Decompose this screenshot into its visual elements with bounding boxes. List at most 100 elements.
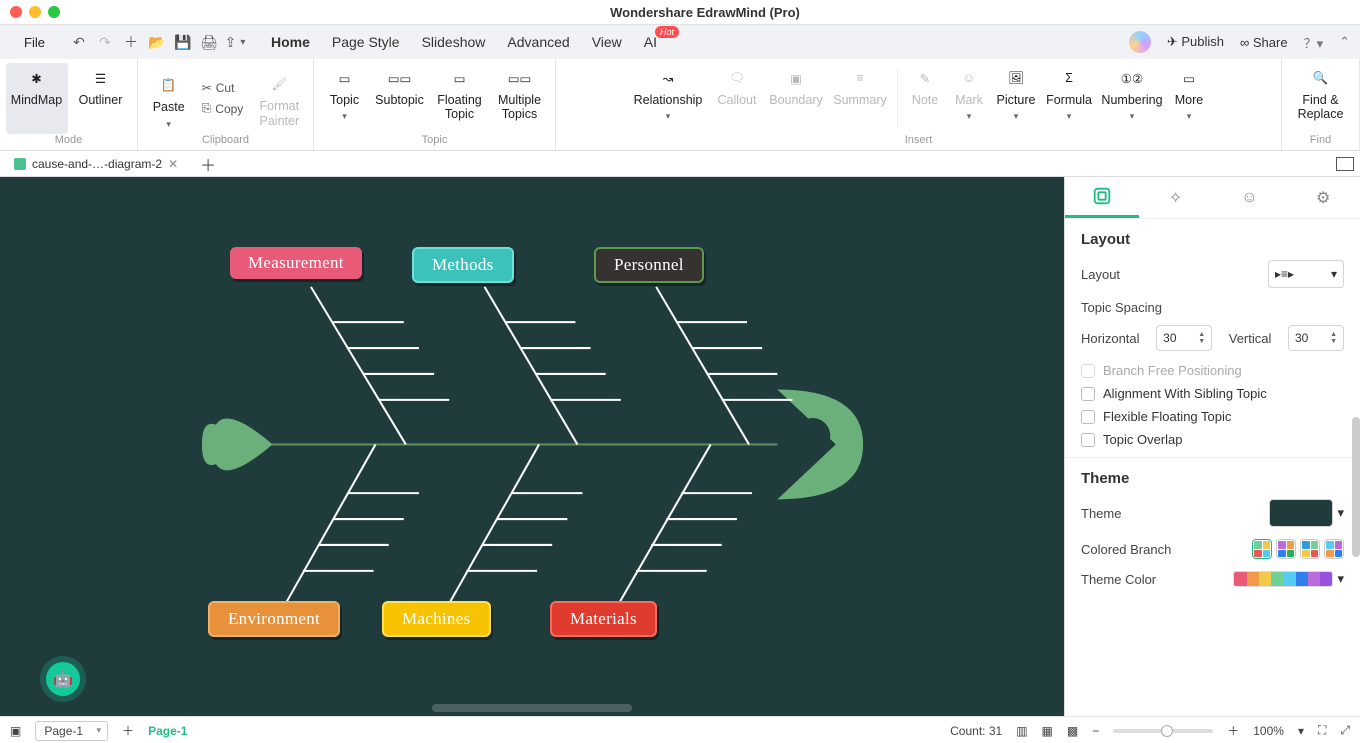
save-icon[interactable]: 💾 xyxy=(175,34,191,50)
node-machines[interactable]: Machines xyxy=(382,601,491,637)
panel-scrollbar[interactable] xyxy=(1352,417,1360,557)
callout-icon: 🗨 xyxy=(726,67,748,89)
zoom-out-button[interactable]: − xyxy=(1092,724,1099,738)
node-environment[interactable]: Environment xyxy=(208,601,340,637)
copy-button[interactable]: ⎘Copy xyxy=(196,99,250,118)
panel-tab-settings[interactable]: ⚙ xyxy=(1286,177,1360,218)
formula-button[interactable]: ΣFormula▾ xyxy=(1042,63,1096,134)
collapse-ribbon-icon[interactable]: ⌃ xyxy=(1339,34,1350,50)
avatar[interactable] xyxy=(1129,31,1151,53)
publish-button[interactable]: ✈ Publish xyxy=(1167,34,1224,50)
tab-page-style[interactable]: Page Style xyxy=(332,34,400,50)
summary-button[interactable]: ≡Summary xyxy=(829,63,891,134)
cut-label: Cut xyxy=(216,81,235,95)
tab-home[interactable]: Home xyxy=(271,34,310,50)
page-select[interactable]: Page-1 xyxy=(35,721,108,741)
export-icon[interactable]: ⇪ xyxy=(227,34,243,50)
outliner-mode-button[interactable]: ☰ Outliner xyxy=(70,63,132,134)
floating-topic-button[interactable]: ▭ Floating Topic xyxy=(431,63,489,134)
copy-label: Copy xyxy=(215,102,243,116)
pages-pane-icon[interactable]: ▣ xyxy=(10,724,21,738)
document-tab[interactable]: cause-and-…-diagram-2 ✕ xyxy=(6,154,186,174)
numbering-button[interactable]: ①②Numbering▾ xyxy=(1098,63,1166,134)
canvas[interactable]: Measurement Methods Personnel Environmen… xyxy=(0,177,1064,716)
mark-button[interactable]: ☺Mark▾ xyxy=(948,63,990,134)
note-icon: ✎ xyxy=(914,67,936,89)
panel-tab-layout[interactable] xyxy=(1065,177,1139,218)
new-tab-button[interactable]: ＋ xyxy=(194,152,222,176)
node-measurement[interactable]: Measurement xyxy=(230,247,362,279)
panel-tab-iconset[interactable]: ☺ xyxy=(1213,177,1287,218)
multiple-topics-button[interactable]: ▭▭ Multiple Topics xyxy=(491,63,549,134)
file-menu[interactable]: File xyxy=(10,31,59,54)
redo-icon[interactable]: ↷ xyxy=(97,34,113,50)
topic-label: Topic xyxy=(330,93,359,107)
flexible-floating-checkbox[interactable] xyxy=(1081,410,1095,424)
window-close-button[interactable] xyxy=(10,6,22,18)
paste-button[interactable]: 📋 Paste ▾ xyxy=(144,70,194,126)
add-page-button[interactable]: ＋ xyxy=(122,722,134,739)
share-button[interactable]: ∞ Share xyxy=(1240,35,1288,50)
align-sibling-checkbox[interactable] xyxy=(1081,387,1095,401)
zoom-in-button[interactable]: ＋ xyxy=(1227,722,1239,739)
format-painter-label: Format Painter xyxy=(260,99,300,128)
window-minimize-button[interactable] xyxy=(29,6,41,18)
horizontal-spacing-input[interactable]: 30▲▼ xyxy=(1156,325,1212,351)
subtopic-button[interactable]: ▭▭ Subtopic xyxy=(371,63,429,134)
topic-overlap-checkbox[interactable] xyxy=(1081,433,1095,447)
tab-slideshow[interactable]: Slideshow xyxy=(422,34,486,50)
theme-label: Theme xyxy=(1081,506,1121,521)
view-mode-icon-1[interactable]: ▥ xyxy=(1016,724,1027,738)
undo-icon[interactable]: ↶ xyxy=(71,34,87,50)
window-maximize-button[interactable] xyxy=(48,6,60,18)
tab-advanced[interactable]: Advanced xyxy=(507,34,569,50)
fullscreen-icon[interactable]: ⛶ xyxy=(1318,723,1326,738)
find-replace-button[interactable]: 🔍 Find & Replace xyxy=(1289,63,1353,134)
colored-branch-options[interactable] xyxy=(1252,539,1344,559)
node-materials[interactable]: Materials xyxy=(550,601,657,637)
relationship-button[interactable]: ↝ Relationship ▾ xyxy=(627,63,709,134)
page-select-value: Page-1 xyxy=(44,724,83,738)
node-personnel[interactable]: Personnel xyxy=(594,247,704,283)
ai-assistant-button[interactable]: 🤖 xyxy=(46,662,80,696)
theme-select[interactable]: ▾ xyxy=(1269,499,1344,527)
horizontal-scrollbar[interactable] xyxy=(432,704,632,712)
mindmap-mode-button[interactable]: ✱ MindMap xyxy=(6,63,68,134)
new-icon[interactable]: ＋ xyxy=(123,34,139,50)
topic-button[interactable]: ▭ Topic ▾ xyxy=(321,63,369,134)
layout-select[interactable]: ▸≡▸▾ xyxy=(1268,260,1344,288)
flexible-floating-label: Flexible Floating Topic xyxy=(1103,409,1231,424)
open-icon[interactable]: 📂 xyxy=(149,34,165,50)
note-button[interactable]: ✎ Note xyxy=(904,63,946,134)
tab-view[interactable]: View xyxy=(592,34,622,50)
fit-icon[interactable]: ⤢ xyxy=(1340,723,1350,738)
more-button[interactable]: ▭More▾ xyxy=(1168,63,1210,134)
theme-color-select[interactable]: ▾ xyxy=(1233,571,1344,587)
chevron-down-icon[interactable]: ▾ xyxy=(1298,724,1304,738)
panel-toggle-icon[interactable] xyxy=(1336,157,1354,171)
active-page-tab[interactable]: Page-1 xyxy=(148,724,187,738)
align-sibling-label: Alignment With Sibling Topic xyxy=(1103,386,1267,401)
vertical-spacing-input[interactable]: 30▲▼ xyxy=(1288,325,1344,351)
tab-ai[interactable]: AI Hot xyxy=(644,34,657,50)
view-mode-icon-3[interactable]: ▩ xyxy=(1067,724,1078,738)
search-icon: 🔍 xyxy=(1310,67,1332,89)
tab-ai-label: AI xyxy=(644,34,657,50)
node-methods[interactable]: Methods xyxy=(412,247,514,283)
note-label: Note xyxy=(912,93,938,107)
chevron-down-icon: ▾ xyxy=(967,111,972,119)
panel-tab-style[interactable]: ✧ xyxy=(1139,177,1213,218)
print-icon[interactable]: 🖨 xyxy=(201,34,217,50)
multiple-topics-icon: ▭▭ xyxy=(509,67,531,89)
cut-icon: ✂ xyxy=(202,81,212,95)
view-mode-icon-2[interactable]: ▦ xyxy=(1042,724,1053,738)
boundary-button[interactable]: ▣Boundary xyxy=(765,63,827,134)
cut-button[interactable]: ✂ Cut xyxy=(196,79,250,97)
help-menu[interactable]: ？▾ xyxy=(1304,33,1324,52)
format-painter-button[interactable]: 🖌 Format Painter xyxy=(251,69,307,128)
callout-button[interactable]: 🗨Callout xyxy=(711,63,763,134)
hot-badge: Hot xyxy=(655,26,679,38)
picture-button[interactable]: 🖼Picture▾ xyxy=(992,63,1040,134)
zoom-slider[interactable] xyxy=(1113,729,1213,733)
close-tab-icon[interactable]: ✕ xyxy=(168,157,178,171)
